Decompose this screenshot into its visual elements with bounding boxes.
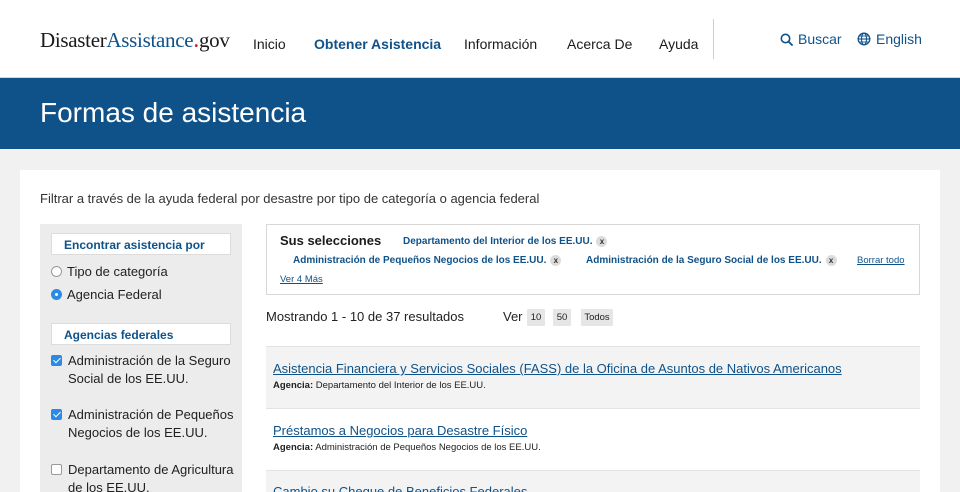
page-banner: Formas de asistencia xyxy=(0,78,960,149)
remove-icon[interactable]: x xyxy=(550,255,562,266)
remove-icon[interactable]: x xyxy=(825,255,837,266)
radio-label: Agencia Federal xyxy=(67,287,162,302)
checkbox[interactable] xyxy=(51,409,62,420)
logo-text-assistance: Assistance xyxy=(106,28,194,52)
content-panel: Filtrar a través de la ayuda federal por… xyxy=(20,170,940,492)
page-size-label: Ver xyxy=(503,309,523,324)
selection-chip[interactable]: Administración de la Seguro Social de lo… xyxy=(586,255,837,266)
search-label: Buscar xyxy=(798,31,842,47)
checkbox-label: Departamento de Agricultura de los EE.UU… xyxy=(68,462,234,492)
nav-ayuda[interactable]: Ayuda xyxy=(659,36,698,52)
result-agency: Agencia: Departamento del Interior de lo… xyxy=(273,380,486,391)
checkbox[interactable] xyxy=(51,355,62,366)
radio-tipo-categoria[interactable]: Tipo de categoría xyxy=(51,264,168,279)
nav-acerca-de[interactable]: Acerca De xyxy=(567,36,632,52)
results-count: Mostrando 1 - 10 de 37 resultados xyxy=(266,309,465,324)
agencies-heading: Agencias federales xyxy=(51,323,231,345)
result-item: Préstamos a Negocios para Desastre Físic… xyxy=(266,408,920,470)
checkbox[interactable] xyxy=(51,464,62,475)
checkbox-pequenos-negocios[interactable]: Administración de Pequeños Negocios de l… xyxy=(51,406,236,442)
search-icon xyxy=(780,33,793,46)
selection-chip[interactable]: Administración de Pequeños Negocios de l… xyxy=(293,255,562,266)
nav-divider xyxy=(713,19,714,59)
chip-label: Administración de la Seguro Social de lo… xyxy=(586,255,822,266)
chip-label: Departamento del Interior de los EE.UU. xyxy=(403,236,593,247)
find-by-heading: Encontrar asistencia por xyxy=(51,233,231,255)
logo-text-gov: .gov xyxy=(193,27,230,53)
agency-label: Agencia: xyxy=(273,380,314,391)
selections-title: Sus selecciones xyxy=(280,233,382,248)
checkbox-label: Administración de Pequeños Negocios de l… xyxy=(68,407,234,440)
globe-icon xyxy=(857,32,871,46)
agency-label: Agencia: xyxy=(273,442,314,453)
agency-value: Departamento del Interior de los EE.UU. xyxy=(315,380,486,391)
result-title-link[interactable]: Cambio su Cheque de Beneficios Federales xyxy=(273,484,527,492)
language-label: English xyxy=(876,31,922,47)
nav-obtener-asistencia[interactable]: Obtener Asistencia xyxy=(314,36,441,52)
search-button[interactable]: Buscar xyxy=(780,31,842,47)
checkbox-seguro-social[interactable]: Administración de la Seguro Social de lo… xyxy=(51,352,236,388)
logo-text-disaster: Disaster xyxy=(40,28,107,52)
checkbox-label: Administración de la Seguro Social de lo… xyxy=(68,353,231,386)
agency-value: Administración de Pequeños Negocios de l… xyxy=(315,442,541,453)
remove-icon[interactable]: x xyxy=(596,236,608,247)
language-toggle[interactable]: English xyxy=(857,31,922,47)
radio-label: Tipo de categoría xyxy=(67,264,168,279)
intro-text: Filtrar a través de la ayuda federal por… xyxy=(40,191,540,206)
selection-chip[interactable]: Departamento del Interior de los EE.UU. … xyxy=(403,236,608,247)
result-item: Asistencia Financiera y Servicios Social… xyxy=(266,346,920,408)
page-size-all-button[interactable]: Todos xyxy=(581,309,613,326)
site-logo[interactable]: DisasterAssistance.gov xyxy=(40,28,230,53)
chip-label: Administración de Pequeños Negocios de l… xyxy=(293,255,547,266)
checkbox-agricultura[interactable]: Departamento de Agricultura de los EE.UU… xyxy=(51,461,236,492)
site-header: DisasterAssistance.gov Inicio Obtener As… xyxy=(0,0,960,78)
result-item: Cambio su Cheque de Beneficios Federales xyxy=(266,470,920,492)
result-agency: Agencia: Administración de Pequeños Nego… xyxy=(273,442,541,453)
page-size-10-button[interactable]: 10 xyxy=(527,309,545,326)
nav-informacion[interactable]: Información xyxy=(464,36,537,52)
radio-button[interactable] xyxy=(51,289,62,300)
selections-box: Sus selecciones Departamento del Interio… xyxy=(266,224,920,295)
clear-all-link[interactable]: Borrar todo xyxy=(857,255,905,266)
filter-sidebar: Encontrar asistencia por Tipo de categor… xyxy=(40,224,242,492)
see-more-link[interactable]: Ver 4 Más xyxy=(280,274,323,285)
radio-agencia-federal[interactable]: Agencia Federal xyxy=(51,287,162,302)
nav-inicio[interactable]: Inicio xyxy=(253,36,286,52)
radio-button[interactable] xyxy=(51,266,62,277)
result-title-link[interactable]: Asistencia Financiera y Servicios Social… xyxy=(273,361,842,376)
result-title-link[interactable]: Préstamos a Negocios para Desastre Físic… xyxy=(273,423,527,438)
page-title: Formas de asistencia xyxy=(40,97,307,128)
page-size-50-button[interactable]: 50 xyxy=(553,309,571,326)
